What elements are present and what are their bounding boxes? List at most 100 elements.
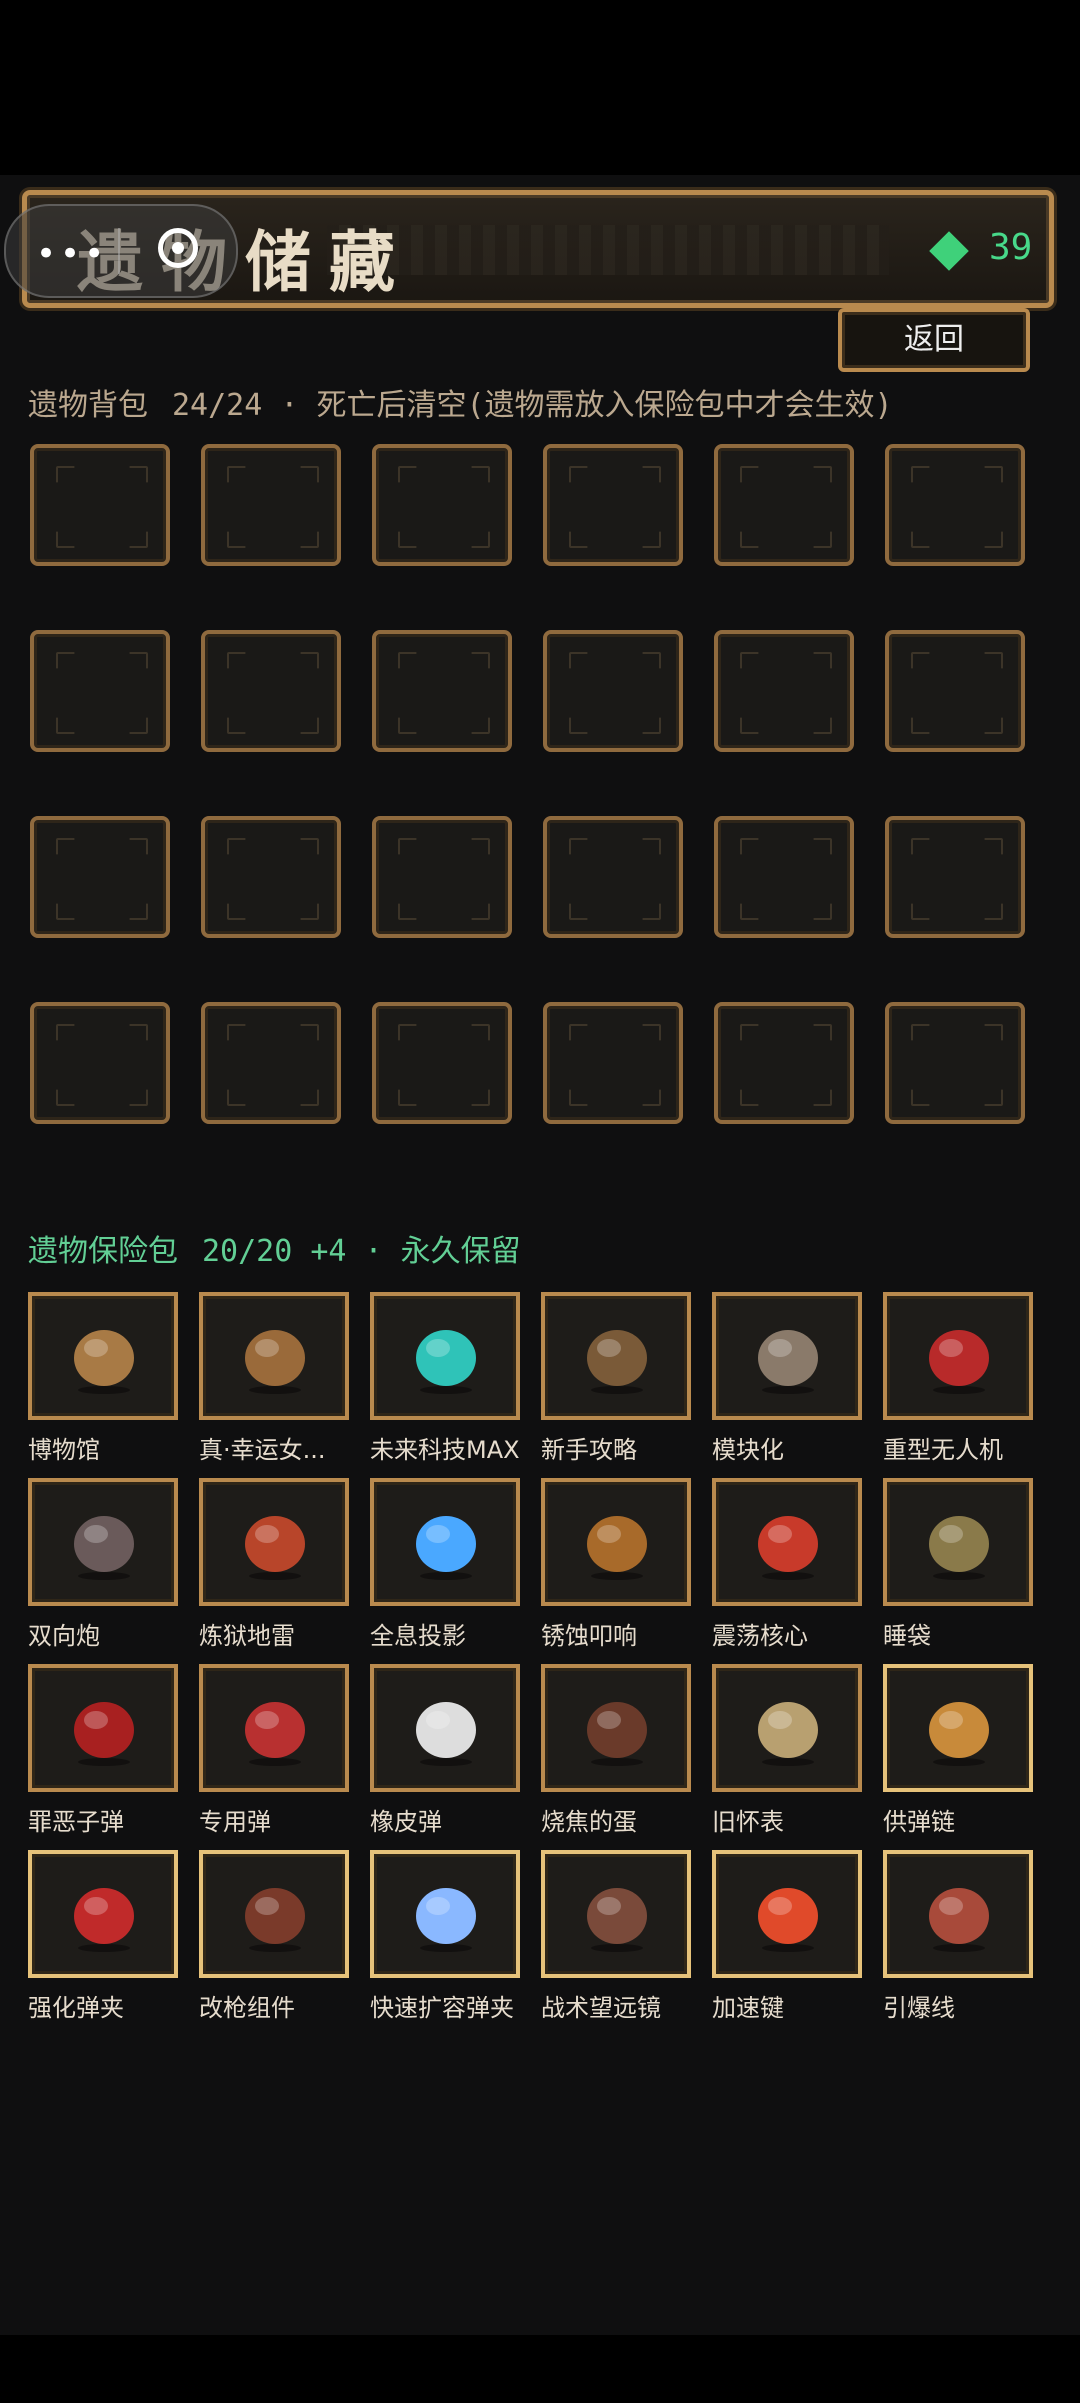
vault-item-label: 博物馆 (28, 1436, 100, 1464)
vault-item-label: 炼狱地雷 (199, 1622, 295, 1650)
gun-parts-icon (245, 1888, 305, 1952)
vault-item[interactable] (370, 1850, 520, 1978)
vault-item[interactable] (370, 1664, 520, 1792)
vault-item-label: 加速键 (712, 1994, 784, 2022)
vault-item[interactable] (541, 1664, 691, 1792)
ammo-belt-icon (929, 1702, 989, 1766)
vault-item-label: 烧焦的蛋 (541, 1808, 637, 1836)
vault-item[interactable] (199, 1478, 349, 1606)
bell-icon (587, 1516, 647, 1580)
pocket-watch-icon (758, 1702, 818, 1766)
backpack-slot[interactable] (714, 630, 854, 752)
capsule-divider (118, 228, 120, 274)
vault-item[interactable] (199, 1850, 349, 1978)
fast-magazine-icon (416, 1888, 476, 1952)
vault-item-label: 橡皮弹 (370, 1808, 442, 1836)
vault-item-label: 快速扩容弹夹 (370, 1994, 514, 2022)
backpack-slot[interactable] (372, 816, 512, 938)
backpack-slot[interactable] (30, 630, 170, 752)
backpack-slot[interactable] (885, 630, 1025, 752)
backpack-slot[interactable] (543, 630, 683, 752)
backpack-slot[interactable] (201, 444, 341, 566)
backpack-slot[interactable] (30, 1002, 170, 1124)
book-icon (587, 1330, 647, 1394)
vault-item-label: 强化弹夹 (28, 1994, 124, 2022)
backpack-slot[interactable] (30, 444, 170, 566)
vault-item[interactable] (28, 1292, 178, 1420)
mini-program-capsule[interactable]: ••• (4, 204, 238, 298)
vault-info: 20/20 +4 · 永久保留 (202, 1234, 521, 1269)
gem-count: 39 (989, 227, 1033, 268)
backpack-slot[interactable] (30, 816, 170, 938)
egg-icon (587, 1702, 647, 1766)
gem-icon (929, 231, 969, 271)
vault-item[interactable] (883, 1478, 1033, 1606)
module-icon (758, 1330, 818, 1394)
vault-item-label: 专用弹 (199, 1808, 271, 1836)
fuse-wire-icon (929, 1888, 989, 1952)
backpack-slot[interactable] (201, 1002, 341, 1124)
vault-item[interactable] (541, 1292, 691, 1420)
vault-item[interactable] (883, 1292, 1033, 1420)
vault-item[interactable] (541, 1850, 691, 1978)
backpack-slot[interactable] (372, 444, 512, 566)
vault-item-label: 供弹链 (883, 1808, 955, 1836)
vault-item-label: 重型无人机 (883, 1436, 1003, 1464)
vault-item[interactable] (370, 1478, 520, 1606)
vault-item-label: 改枪组件 (199, 1994, 295, 2022)
vault-item[interactable] (541, 1478, 691, 1606)
more-icon[interactable]: ••• (36, 234, 108, 274)
speed-key-icon (758, 1888, 818, 1952)
backpack-info: 24/24 · 死亡后清空(遗物需放入保险包中才会生效) (172, 388, 893, 423)
backpack-slot[interactable] (885, 1002, 1025, 1124)
vault-item-label: 罪恶子弹 (28, 1808, 124, 1836)
backpack-slot[interactable] (201, 816, 341, 938)
vault-item[interactable] (883, 1664, 1033, 1792)
close-target-icon[interactable] (158, 228, 198, 268)
backpack-slot[interactable] (372, 1002, 512, 1124)
vault-item[interactable] (712, 1292, 862, 1420)
vault-item-label: 全息投影 (370, 1622, 466, 1650)
vault-item[interactable] (28, 1664, 178, 1792)
sleeping-bag-icon (929, 1516, 989, 1580)
vault-item[interactable] (199, 1292, 349, 1420)
binoculars-icon (587, 1888, 647, 1952)
vault-item-label: 引爆线 (883, 1994, 955, 2022)
museum-icon (74, 1330, 134, 1394)
vault-header: 遗物保险包 20/20 +4 · 永久保留 (28, 1226, 521, 1270)
vault-item[interactable] (712, 1478, 862, 1606)
vault-item[interactable] (712, 1850, 862, 1978)
backpack-slot[interactable] (714, 444, 854, 566)
vault-item-label: 旧怀表 (712, 1808, 784, 1836)
vault-item-label: 双向炮 (28, 1622, 100, 1650)
shell-icon (74, 1702, 134, 1766)
vault-item[interactable] (28, 1850, 178, 1978)
vault-item-label: 新手攻略 (541, 1436, 637, 1464)
rubber-bullet-icon (416, 1702, 476, 1766)
backpack-slot[interactable] (714, 1002, 854, 1124)
vault-item-label: 真·幸运女... (199, 1436, 326, 1464)
backpack-slot[interactable] (885, 444, 1025, 566)
vault-item[interactable] (883, 1850, 1033, 1978)
vault-title: 遗物保险包 (28, 1234, 178, 1269)
vault-item[interactable] (199, 1664, 349, 1792)
vault-item-label: 震荡核心 (712, 1622, 808, 1650)
backpack-header: 遗物背包 24/24 · 死亡后清空(遗物需放入保险包中才会生效) (28, 380, 893, 424)
backpack-slot[interactable] (885, 816, 1025, 938)
backpack-slot[interactable] (543, 816, 683, 938)
backpack-slot[interactable] (201, 630, 341, 752)
backpack-slot[interactable] (714, 816, 854, 938)
backpack-slot[interactable] (372, 630, 512, 752)
vault-item[interactable] (712, 1664, 862, 1792)
vault-item[interactable] (370, 1292, 520, 1420)
backpack-slot[interactable] (543, 444, 683, 566)
back-button[interactable]: 返回 (838, 308, 1030, 372)
statue-icon (245, 1330, 305, 1394)
hologram-icon (416, 1516, 476, 1580)
vault-item-label: 锈蚀叩响 (541, 1622, 637, 1650)
vault-item-label: 睡袋 (883, 1622, 931, 1650)
bullet-icon (245, 1702, 305, 1766)
vault-item[interactable] (28, 1478, 178, 1606)
backpack-slot[interactable] (543, 1002, 683, 1124)
mine-icon (245, 1516, 305, 1580)
